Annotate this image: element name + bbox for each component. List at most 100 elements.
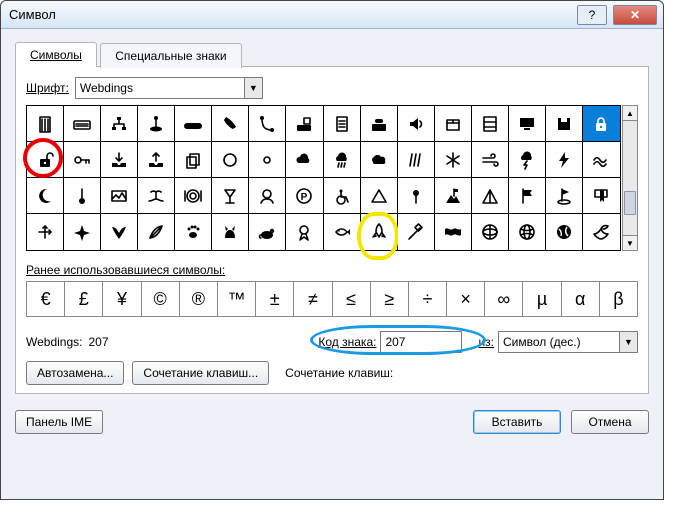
symbol-cell-globe-3[interactable] xyxy=(546,214,583,250)
recent-symbol-cell[interactable]: ± xyxy=(256,282,294,316)
symbol-cell-speaker[interactable] xyxy=(398,106,435,142)
recent-symbol-cell[interactable]: ÷ xyxy=(409,282,447,316)
symbol-cell-phone-desk[interactable] xyxy=(361,106,398,142)
recent-symbol-cell[interactable]: ≤ xyxy=(333,282,371,316)
recent-symbol-cell[interactable]: ™ xyxy=(218,282,256,316)
from-combo[interactable]: ▼ xyxy=(498,331,638,353)
symbol-cell-thermometer[interactable] xyxy=(64,178,101,214)
symbol-cell-mountain-flag[interactable] xyxy=(435,178,472,214)
ime-panel-button[interactable]: Панель IME xyxy=(15,410,103,434)
tab-symbols[interactable]: Символы xyxy=(15,42,97,67)
help-button[interactable]: ? xyxy=(577,5,607,25)
autocorrect-button[interactable]: Автозамена... xyxy=(26,361,124,385)
symbol-cell-network[interactable] xyxy=(101,106,138,142)
symbol-cell-page[interactable] xyxy=(324,106,361,142)
symbol-cell-lightning[interactable] xyxy=(546,142,583,178)
symbol-cell-inbox[interactable] xyxy=(101,142,138,178)
scroll-up-button[interactable]: ▲ xyxy=(623,106,637,121)
recent-symbol-cell[interactable]: £ xyxy=(65,282,103,316)
symbol-cell-save-disk[interactable] xyxy=(546,106,583,142)
symbol-cell-bookcase[interactable] xyxy=(472,106,509,142)
grid-scrollbar[interactable]: ▲ ▼ xyxy=(622,105,638,251)
recent-symbol-cell[interactable]: ® xyxy=(180,282,218,316)
symbol-cell-flag[interactable] xyxy=(509,178,546,214)
recent-symbol-cell[interactable]: € xyxy=(27,282,65,316)
symbol-cell-award[interactable] xyxy=(286,214,323,250)
symbol-cell-phone-handset[interactable] xyxy=(212,106,249,142)
symbol-cell-airplane[interactable] xyxy=(64,214,101,250)
symbol-cell-cocktail-glass[interactable] xyxy=(212,178,249,214)
font-combo-button[interactable]: ▼ xyxy=(244,78,262,98)
symbol-cell-feather[interactable] xyxy=(138,214,175,250)
scroll-thumb[interactable] xyxy=(624,191,636,215)
recent-symbol-cell[interactable]: ≥ xyxy=(371,282,409,316)
symbol-cell-fish[interactable] xyxy=(324,214,361,250)
symbol-cell-globe-1[interactable] xyxy=(472,214,509,250)
symbol-cell-gamepad[interactable] xyxy=(175,106,212,142)
symbol-cell-dog[interactable] xyxy=(249,214,286,250)
symbol-cell-rain[interactable] xyxy=(398,142,435,178)
scroll-track[interactable] xyxy=(623,121,637,235)
recent-symbol-cell[interactable]: × xyxy=(447,282,485,316)
symbol-cell-padlock-open[interactable] xyxy=(27,142,64,178)
symbol-cell-dinner-plate[interactable] xyxy=(175,178,212,214)
recent-symbol-cell[interactable]: β xyxy=(600,282,637,316)
symbol-cell-clouds-heavy[interactable] xyxy=(361,142,398,178)
symbol-cell-wheelchair[interactable] xyxy=(324,178,361,214)
symbol-cell-package[interactable] xyxy=(435,106,472,142)
font-combo[interactable]: ▼ xyxy=(75,77,263,99)
recent-symbol-cell[interactable]: ¥ xyxy=(103,282,141,316)
cancel-button[interactable]: Отмена xyxy=(571,410,649,434)
symbol-cell-dining[interactable] xyxy=(249,178,286,214)
recent-symbol-cell[interactable]: ∞ xyxy=(485,282,523,316)
symbol-cell-clouds[interactable] xyxy=(286,142,323,178)
symbol-cell-triangle-up[interactable] xyxy=(361,178,398,214)
symbol-cell-fax[interactable] xyxy=(286,106,323,142)
symbol-cell-world-map[interactable] xyxy=(435,214,472,250)
symbol-cell-rocket[interactable] xyxy=(361,214,398,250)
char-code-input[interactable] xyxy=(380,331,462,353)
symbol-cell-key-old[interactable] xyxy=(64,142,101,178)
shortcut-key-button[interactable]: Сочетание клавиш... xyxy=(132,361,269,385)
recent-symbol-cell[interactable]: ≠ xyxy=(294,282,332,316)
symbol-cell-cat[interactable] xyxy=(212,214,249,250)
symbol-cell-golf-flag[interactable] xyxy=(546,178,583,214)
symbol-cell-globe-2[interactable] xyxy=(509,214,546,250)
symbol-cell-circle-small[interactable] xyxy=(249,142,286,178)
symbol-cell-dove[interactable] xyxy=(583,214,620,250)
scroll-down-button[interactable]: ▼ xyxy=(623,235,637,250)
tab-special-chars[interactable]: Специальные знаки xyxy=(100,43,241,68)
insert-button[interactable]: Вставить xyxy=(473,410,561,434)
symbol-cell-syringe[interactable] xyxy=(398,214,435,250)
symbol-cell-parking[interactable]: P xyxy=(286,178,323,214)
symbol-cell-outbox[interactable] xyxy=(138,142,175,178)
symbol-cell-computer[interactable] xyxy=(509,106,546,142)
symbol-cell-axes[interactable] xyxy=(27,214,64,250)
symbol-cell-bird-dive[interactable] xyxy=(101,214,138,250)
symbol-cell-paw-print[interactable] xyxy=(175,214,212,250)
symbol-cell-building[interactable] xyxy=(27,106,64,142)
symbol-cell-joystick[interactable] xyxy=(138,106,175,142)
symbol-cell-bookmark[interactable] xyxy=(583,178,620,214)
close-button[interactable]: ✕ xyxy=(613,5,657,25)
symbol-cell-tent[interactable] xyxy=(472,178,509,214)
symbol-cell-pages-stack[interactable] xyxy=(175,142,212,178)
from-input[interactable] xyxy=(499,332,619,352)
symbol-cell-wind[interactable] xyxy=(472,142,509,178)
from-combo-button[interactable]: ▼ xyxy=(619,332,637,352)
recent-symbol-cell[interactable]: © xyxy=(142,282,180,316)
recent-symbol-cell[interactable]: α xyxy=(562,282,600,316)
symbol-cell-padlock[interactable] xyxy=(583,106,620,142)
symbol-cell-snow[interactable] xyxy=(435,142,472,178)
symbol-cell-storm[interactable] xyxy=(509,142,546,178)
symbol-cell-island[interactable] xyxy=(138,178,175,214)
symbol-cell-wave[interactable] xyxy=(583,142,620,178)
symbol-cell-clouds-rain[interactable] xyxy=(324,142,361,178)
recent-symbol-cell[interactable]: µ xyxy=(523,282,561,316)
symbol-cell-circle[interactable] xyxy=(212,142,249,178)
font-input[interactable] xyxy=(76,78,244,98)
symbol-cell-moon[interactable] xyxy=(27,178,64,214)
symbol-cell-pushpin[interactable] xyxy=(398,178,435,214)
symbol-cell-phone-hook[interactable] xyxy=(249,106,286,142)
symbol-cell-keyboard[interactable] xyxy=(64,106,101,142)
